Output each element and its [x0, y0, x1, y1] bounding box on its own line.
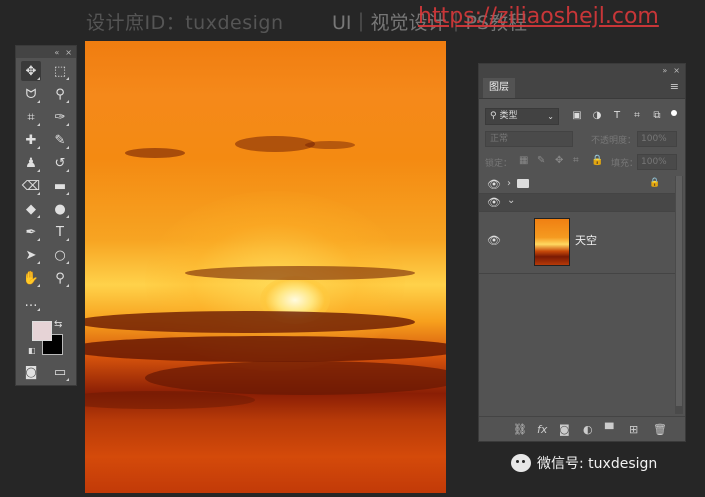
blend-row: 正常 不透明度： 100%: [483, 131, 679, 148]
default-colors-icon[interactable]: ◧: [28, 346, 36, 355]
history-brush-tool-icon[interactable]: ↺: [50, 153, 70, 173]
screen-mode-icon[interactable]: ▭: [50, 362, 70, 382]
fill-label: 填充：: [611, 159, 639, 169]
lock-all-icon[interactable]: 🔒: [591, 155, 603, 166]
cloud: [185, 266, 415, 280]
cloud: [305, 141, 355, 149]
foreground-color-swatch[interactable]: [32, 321, 52, 341]
cloud: [85, 391, 255, 409]
layers-panel: » × 图层 ≡ ⚲ 类型 ⌄ ▣ ◑ T ⌗ ⧉ 正常 不透明度： 100% …: [478, 63, 686, 442]
layer-thumbnail: [534, 218, 570, 266]
tools-panel: « × ✥ ⬚ ᗢ ⚲ ⌗ ✑ ✚ ✎ ♟ ↺ ⌫ ▬ ◆ ● ✒ T ➤ ○ …: [15, 45, 77, 386]
marquee-tool-icon[interactable]: ⬚: [50, 61, 70, 81]
eye-icon[interactable]: 👁: [487, 178, 501, 191]
zoom-tool-icon[interactable]: ⚲: [50, 268, 70, 288]
collapse-icon[interactable]: «: [54, 48, 59, 57]
wechat-icon: [511, 454, 531, 472]
lasso-tool-icon[interactable]: ᗢ: [21, 84, 41, 104]
new-layer-icon[interactable]: ⊞: [629, 423, 638, 436]
close-icon[interactable]: ×: [673, 66, 680, 75]
layer-group-row-expanded[interactable]: 👁 ⌄: [479, 194, 675, 212]
layers-panel-header: » ×: [479, 64, 685, 76]
shape-filter-icon[interactable]: ⌗: [631, 110, 643, 122]
filter-kind-select[interactable]: ⚲ 类型 ⌄: [485, 108, 559, 125]
layers-bottom-bar: ⛓ fx ◙ ◐ ▀ ⊞ 🗑: [479, 416, 685, 441]
lock-row: 锁定： ▦ ✎ ✥ ⌗ 🔒 填充： 100%: [483, 154, 679, 171]
eraser-tool-icon[interactable]: ⌫: [21, 176, 41, 196]
fx-icon[interactable]: fx: [537, 423, 547, 436]
link-layers-icon[interactable]: ⛓: [513, 423, 527, 436]
chevron-down-icon: ⌄: [547, 112, 554, 121]
lock-label: 锁定：: [485, 159, 513, 169]
adjustment-filter-icon[interactable]: ◑: [591, 110, 603, 122]
lock-artboard-icon[interactable]: ⌗: [573, 155, 579, 166]
move-tool-icon[interactable]: ✥: [21, 61, 41, 81]
tools-panel-header: « ×: [16, 46, 76, 58]
gradient-tool-icon[interactable]: ▬: [50, 176, 70, 196]
blend-mode-select[interactable]: 正常: [485, 131, 573, 147]
path-selection-tool-icon[interactable]: ➤: [21, 245, 41, 265]
brush-tool-icon[interactable]: ✎: [50, 130, 70, 150]
watermark-banner: 设计庶ID：tuxdesign UI｜视觉设计｜PS教程 https://zil…: [0, 0, 705, 40]
layers-scrollbar[interactable]: [675, 176, 683, 414]
opacity-input[interactable]: 100%: [637, 131, 677, 147]
clone-stamp-tool-icon[interactable]: ♟: [21, 153, 41, 173]
pen-tool-icon[interactable]: ✒: [21, 222, 41, 242]
layer-row-sky[interactable]: 👁 天空: [479, 212, 675, 274]
watermark-url-text: https://ziliaoshejl.com: [418, 4, 659, 29]
eyedropper-tool-icon[interactable]: ✑: [50, 107, 70, 127]
cloud: [145, 361, 446, 395]
type-tool-icon[interactable]: T: [50, 222, 70, 242]
hand-tool-icon[interactable]: ✋: [21, 268, 41, 288]
eye-icon[interactable]: 👁: [487, 196, 501, 209]
lock-icon: 🔒: [649, 178, 661, 188]
watermark-id-text: 设计庶ID：tuxdesign: [86, 12, 284, 34]
filter-toggle-icon[interactable]: [671, 110, 677, 116]
adjustment-layer-icon[interactable]: ◐: [583, 423, 593, 436]
trash-icon[interactable]: 🗑: [653, 423, 667, 436]
filter-kind-label: ⚲ 类型: [490, 111, 518, 121]
quick-mask-icon[interactable]: ◙: [21, 362, 41, 382]
close-icon[interactable]: ×: [65, 48, 72, 57]
cloud: [125, 148, 185, 158]
layer-filter-row: ⚲ 类型 ⌄ ▣ ◑ T ⌗ ⧉: [483, 108, 679, 126]
chevron-down-icon[interactable]: ⌄: [507, 195, 515, 206]
folder-icon: [517, 179, 529, 188]
scrollbar-thumb[interactable]: [676, 176, 682, 406]
pixel-filter-icon[interactable]: ▣: [571, 110, 583, 122]
blur-tool-icon[interactable]: ◆: [21, 199, 41, 219]
swap-colors-icon[interactable]: ⇆: [54, 319, 62, 330]
dodge-tool-icon[interactable]: ●: [50, 199, 70, 219]
ellipse-tool-icon[interactable]: ○: [50, 245, 70, 265]
smart-object-filter-icon[interactable]: ⧉: [651, 110, 663, 122]
crop-tool-icon[interactable]: ⌗: [21, 107, 41, 127]
new-group-icon[interactable]: ▀: [605, 423, 613, 436]
collapse-icon[interactable]: »: [662, 66, 667, 75]
wechat-watermark: 微信号: tuxdesign: [511, 452, 657, 474]
opacity-label: 不透明度：: [591, 136, 637, 146]
magic-wand-tool-icon[interactable]: ⚲: [50, 84, 70, 104]
more-tools-icon[interactable]: …: [21, 292, 41, 312]
lock-transparency-icon[interactable]: ▦: [519, 155, 528, 166]
panel-menu-icon[interactable]: ≡: [670, 80, 679, 93]
layer-group-row[interactable]: 👁 › 🔒: [479, 176, 675, 194]
cloud: [85, 311, 415, 333]
chevron-right-icon[interactable]: ›: [507, 178, 511, 189]
lock-position-icon[interactable]: ✥: [555, 155, 563, 166]
layer-name[interactable]: 天空: [575, 232, 597, 248]
cloud: [85, 336, 446, 362]
layers-list: 👁 › 🔒 👁 ⌄ 👁 天空: [479, 176, 685, 414]
type-filter-icon[interactable]: T: [611, 110, 623, 122]
eye-icon[interactable]: 👁: [487, 234, 501, 247]
document-canvas[interactable]: [85, 41, 446, 493]
lock-pixels-icon[interactable]: ✎: [537, 155, 545, 166]
cloud: [235, 136, 315, 152]
add-mask-icon[interactable]: ◙: [559, 423, 570, 436]
fill-input[interactable]: 100%: [637, 154, 677, 170]
wechat-id-text: 微信号: tuxdesign: [537, 456, 658, 472]
layers-tab-bar: 图层 ≡: [479, 76, 685, 99]
healing-brush-tool-icon[interactable]: ✚: [21, 130, 41, 150]
tab-layers[interactable]: 图层: [483, 78, 515, 98]
